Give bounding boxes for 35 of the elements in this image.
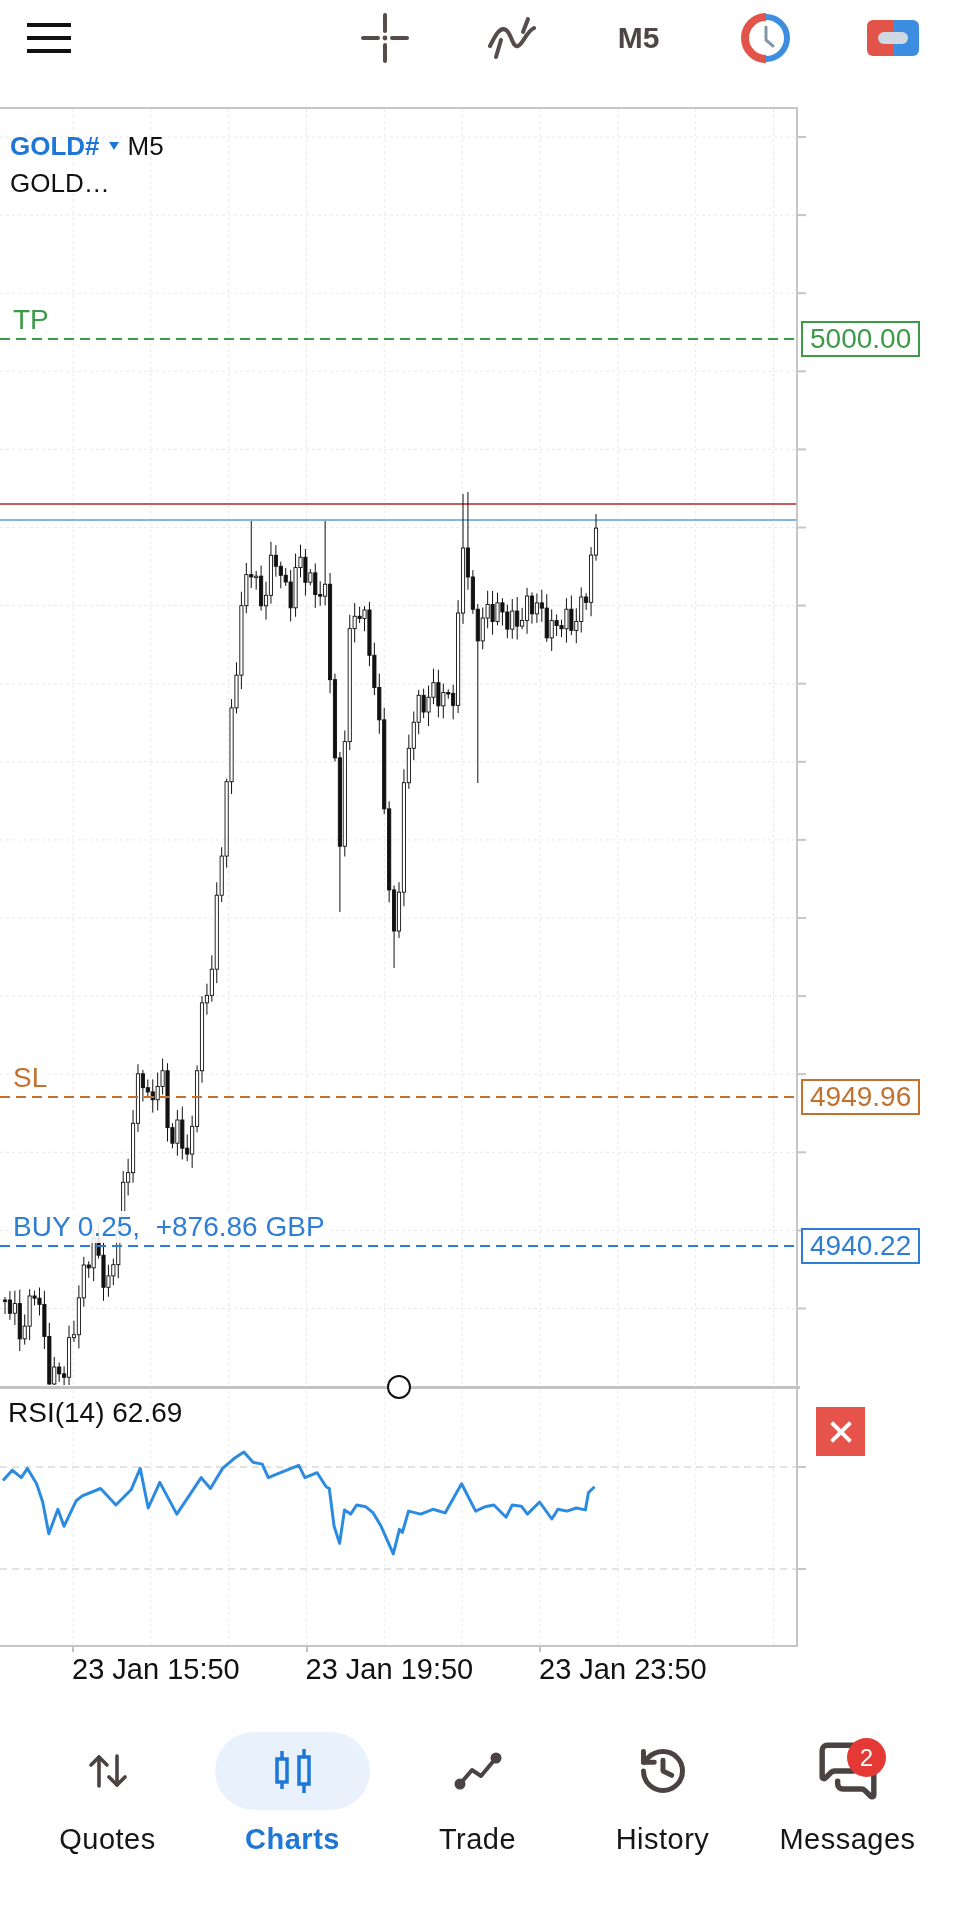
toggle-button[interactable] [866,19,919,56]
indicator-curve-icon [485,15,538,60]
menu-button[interactable] [27,22,71,53]
unread-badge: 2 [847,1738,886,1777]
nav-tab[interactable]: 2 Messages [755,1732,940,1857]
candlestick-icon [272,1748,313,1794]
close-icon [829,1420,852,1443]
toggle-icon [866,19,919,56]
crosshair-button[interactable] [360,12,409,63]
menu-icon [27,22,71,53]
price-tag: 5000.00 [801,321,921,357]
level-label: BUY 0.25, +876.86 GBP [11,1211,327,1243]
nav-tab[interactable]: Trade [385,1732,570,1857]
clock-button[interactable] [740,12,791,63]
crosshair-icon [360,12,409,63]
symbol-name[interactable]: GOLD# [10,131,100,161]
price-tag: 4949.96 [801,1079,921,1115]
timeframe-label: M5 [127,131,164,161]
caret-icon [108,142,119,150]
price-tag: 4940.22 [801,1228,921,1264]
close-button[interactable] [816,1407,865,1456]
timeframe-button[interactable]: M5 [617,19,660,56]
line-graph-icon [452,1751,503,1791]
clock-icon [740,12,791,63]
symbol-description: GOLD… [10,168,111,198]
nav-tab[interactable]: Quotes [15,1732,200,1857]
nav-tab[interactable]: History [570,1732,755,1857]
indicator-label: RSI(14) 62.69 [8,1397,183,1429]
time-label: 23 Jan 23:50 [539,1652,707,1686]
up-down-arrows-icon [87,1753,128,1789]
drag-handle[interactable] [387,1375,411,1399]
nav-tab[interactable]: Charts [200,1732,385,1857]
time-label: 23 Jan 19:50 [305,1652,474,1686]
time-label: 23 Jan 15:50 [72,1652,240,1686]
indicators-button[interactable] [485,15,538,60]
